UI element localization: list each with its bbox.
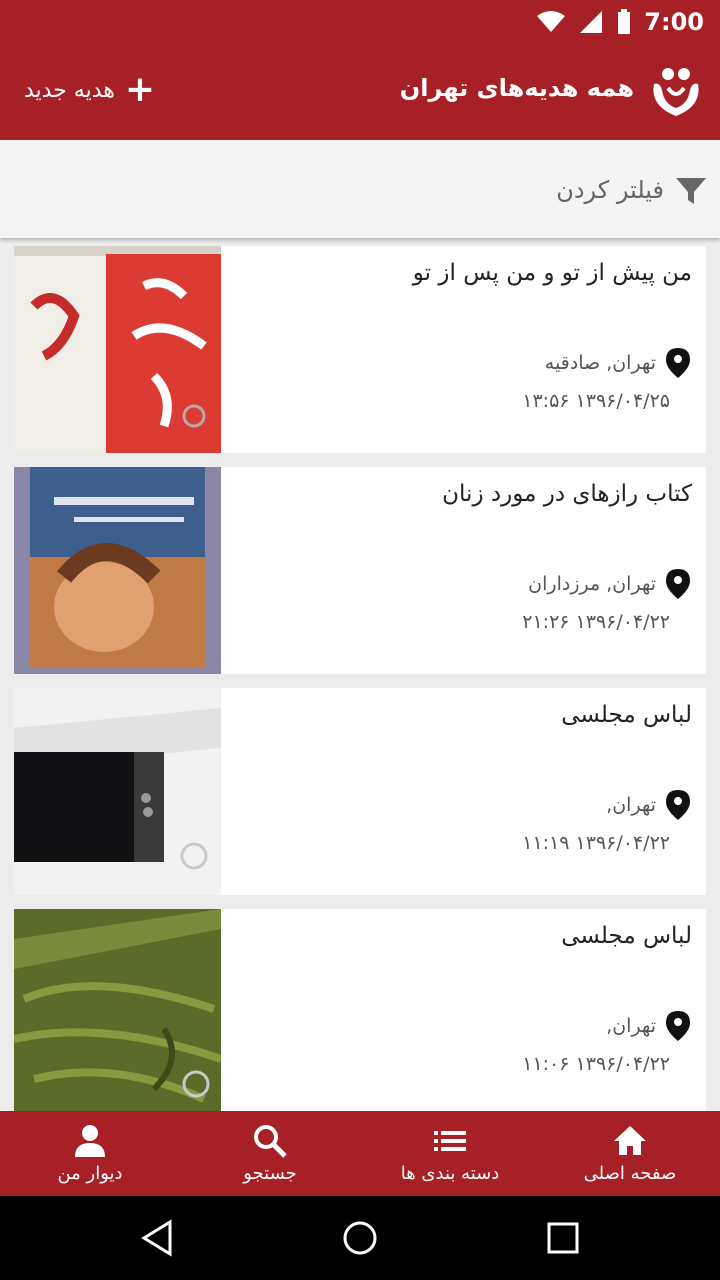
item-location: تهران, صادقیه	[544, 352, 656, 374]
list-item[interactable]: لباس مجلسی تهران, ۱۳۹۶/۰۴/۲۲ ۱۱:۰۶	[14, 909, 706, 1111]
list-icon	[434, 1131, 466, 1151]
new-gift-button[interactable]: + هدیه جدید	[24, 72, 155, 108]
battery-icon	[618, 9, 631, 34]
location-pin-icon	[666, 790, 690, 820]
tab-search[interactable]: جستجو	[180, 1111, 360, 1196]
item-title: من پیش از تو و من پس از تو	[412, 260, 692, 286]
item-datetime: ۱۳۹۶/۰۴/۲۵ ۱۳:۵۶	[522, 390, 670, 412]
back-icon[interactable]	[138, 1218, 178, 1258]
item-location-row: تهران,	[606, 790, 690, 820]
home-icon	[614, 1126, 646, 1155]
item-title: کتاب رازهای در مورد زنان	[442, 481, 692, 507]
list-item[interactable]: لباس مجلسی تهران, ۱۳۹۶/۰۴/۲۲ ۱۱:۱۹	[14, 688, 706, 895]
tab-search-label: جستجو	[243, 1163, 297, 1184]
cellular-signal-icon	[580, 11, 603, 33]
item-thumbnail	[14, 246, 221, 453]
item-datetime: ۱۳۹۶/۰۴/۲۲ ۱۱:۰۶	[522, 1053, 670, 1075]
item-thumbnail	[14, 688, 221, 895]
item-thumbnail	[14, 467, 221, 674]
filter-icon	[676, 178, 706, 204]
list-item[interactable]: کتاب رازهای در مورد زنان تهران, مرزداران…	[14, 467, 706, 674]
page-title: همه هدیه‌های تهران	[399, 74, 634, 102]
tab-categories-label: دسته بندی ها	[400, 1163, 500, 1184]
item-datetime: ۱۳۹۶/۰۴/۲۲ ۲۱:۲۶	[522, 611, 670, 633]
app-bar: همه هدیه‌های تهران + هدیه جدید	[0, 44, 720, 140]
wifi-icon	[537, 11, 566, 32]
item-location-row: تهران, صادقیه	[545, 348, 690, 378]
item-thumbnail	[14, 909, 221, 1111]
list-item[interactable]: من پیش از تو و من پس از تو تهران, صادقیه…	[14, 246, 706, 453]
item-title: لباس مجلسی	[561, 923, 692, 949]
new-gift-label: هدیه جدید	[24, 77, 115, 103]
tab-home[interactable]: صفحه اصلی	[540, 1111, 720, 1196]
home-circle-icon[interactable]	[340, 1218, 380, 1258]
item-location-row: تهران, مرزداران	[528, 569, 690, 599]
location-pin-icon	[666, 569, 690, 599]
location-pin-icon	[666, 1011, 690, 1041]
item-title: لباس مجلسی	[561, 702, 692, 728]
bottom-navigation: صفحه اصلی دسته بندی ها جستجو دیوار من	[0, 1111, 720, 1196]
item-datetime: ۱۳۹۶/۰۴/۲۲ ۱۱:۱۹	[522, 832, 670, 854]
item-location: تهران, مرزداران	[528, 573, 656, 595]
tab-home-label: صفحه اصلی	[583, 1163, 677, 1184]
tab-my-wall-label: دیوار من	[57, 1163, 123, 1184]
tab-my-wall[interactable]: دیوار من	[0, 1111, 180, 1196]
recents-icon[interactable]	[543, 1218, 583, 1258]
filter-bar[interactable]: فیلتر کردن	[0, 140, 720, 238]
tab-categories[interactable]: دسته بندی ها	[360, 1111, 540, 1196]
status-bar: 7:00	[0, 0, 720, 44]
item-location-row: تهران,	[606, 1011, 690, 1041]
item-location: تهران,	[606, 1015, 656, 1037]
person-icon	[75, 1125, 105, 1157]
item-location: تهران,	[606, 794, 656, 816]
location-pin-icon	[666, 348, 690, 378]
status-time: 7:00	[644, 8, 704, 36]
plus-icon: +	[124, 69, 156, 110]
search-icon	[254, 1125, 287, 1158]
system-navigation-bar	[0, 1196, 720, 1280]
divar-gift-logo-icon	[653, 68, 699, 116]
filter-label: فیلتر کردن	[556, 176, 664, 204]
